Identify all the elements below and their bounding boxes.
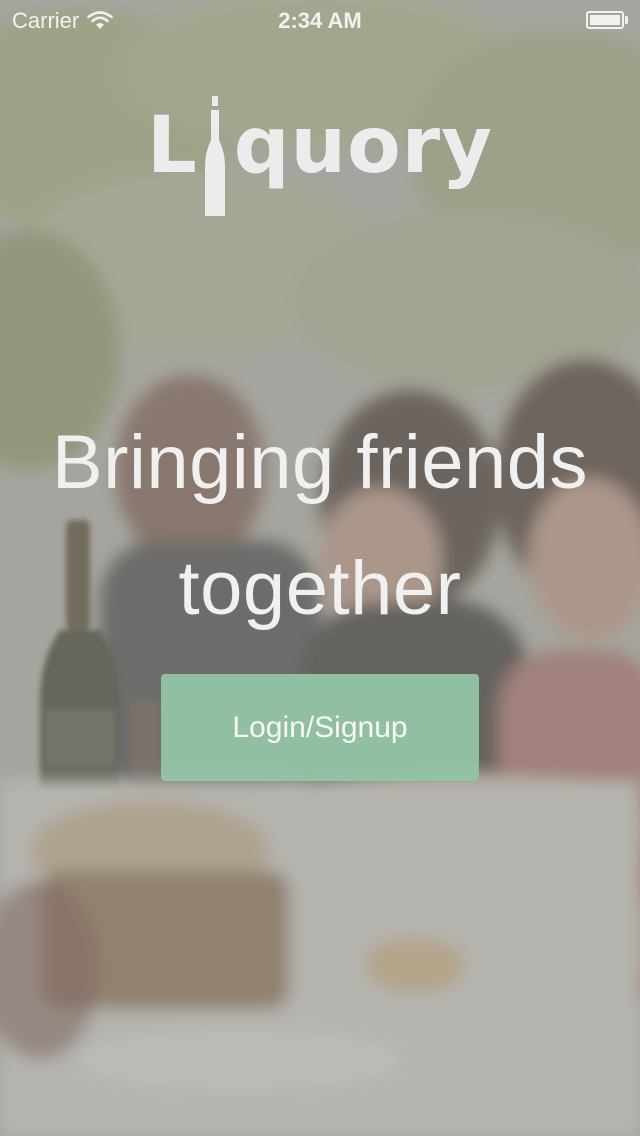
bottle-icon <box>204 96 226 218</box>
logo-wordmark: L quory <box>147 96 493 218</box>
login-signup-button[interactable]: Login/Signup <box>161 674 479 781</box>
tagline-line-1: Bringing friends <box>51 420 589 505</box>
app-logo: L quory <box>0 96 640 220</box>
status-bar: Carrier 2:34 AM <box>0 0 640 40</box>
logo-rest-letters: quory <box>233 101 493 191</box>
tagline-line-2: together <box>178 546 462 631</box>
battery-icon <box>586 11 628 29</box>
login-signup-label: Login/Signup <box>232 710 408 744</box>
logo-first-letter: L <box>147 101 198 191</box>
tagline: Bringing friends together <box>0 400 640 652</box>
status-time: 2:34 AM <box>278 8 362 33</box>
welcome-screen: Carrier 2:34 AM L quory Bringing friends… <box>0 0 640 1136</box>
